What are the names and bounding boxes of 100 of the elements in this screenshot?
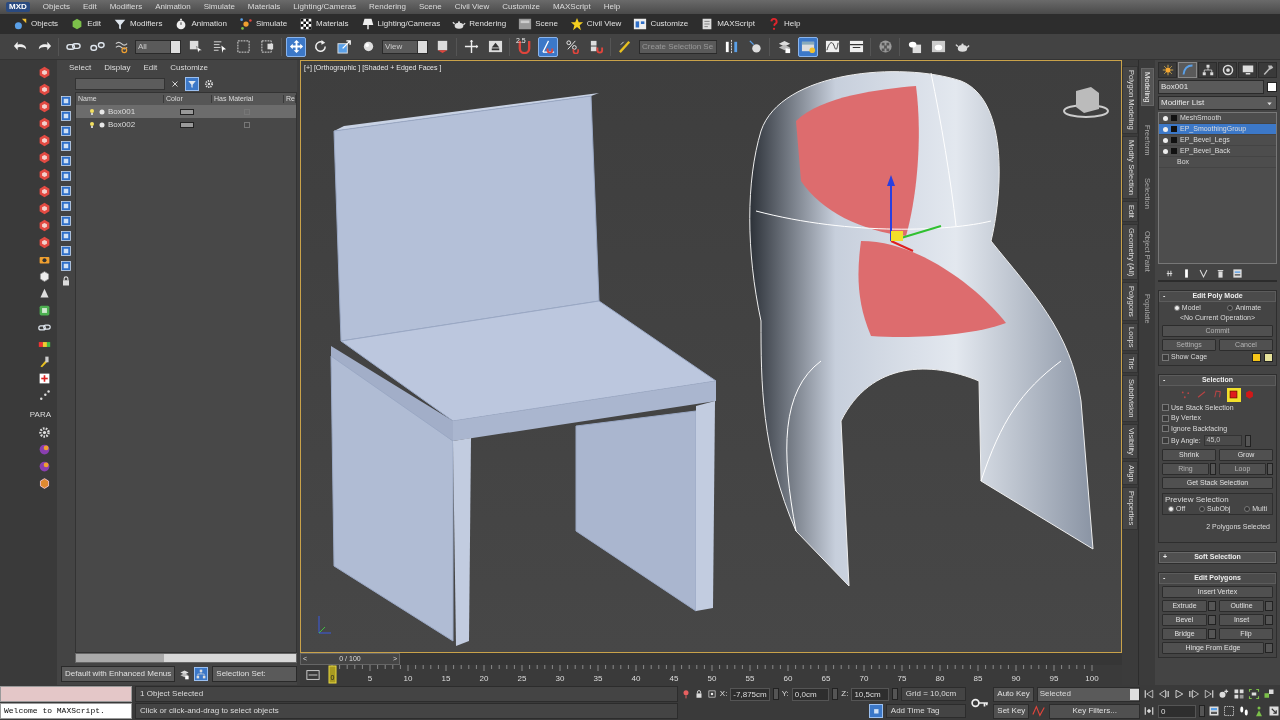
workspace-dropdown[interactable]: Default with Enhanced Menus bbox=[61, 666, 176, 682]
maxscript-input[interactable] bbox=[0, 686, 133, 702]
ribbon-tab[interactable]: Animation bbox=[174, 17, 227, 31]
menu-item[interactable]: Animation bbox=[155, 2, 191, 12]
hexagon-icon[interactable] bbox=[38, 117, 51, 130]
menu-item[interactable]: Objects bbox=[42, 2, 70, 12]
lightbulb-icon[interactable] bbox=[88, 107, 96, 116]
key-mode-icon[interactable] bbox=[1143, 705, 1155, 717]
lightbulb-icon[interactable] bbox=[88, 120, 96, 129]
hexagon-icon[interactable] bbox=[38, 236, 51, 249]
step-forward-icon[interactable] bbox=[1188, 688, 1200, 700]
explorer-window-button[interactable] bbox=[798, 36, 818, 57]
panel-tab[interactable] bbox=[1258, 62, 1277, 78]
lock-icon[interactable] bbox=[60, 275, 72, 287]
time-tag-button[interactable] bbox=[868, 704, 883, 718]
hexagon-icon[interactable] bbox=[38, 66, 51, 79]
hexagon-icon[interactable] bbox=[38, 185, 51, 198]
tile-icon[interactable] bbox=[60, 215, 72, 227]
tile-icon[interactable] bbox=[60, 110, 72, 122]
menu-item[interactable]: Scene bbox=[418, 2, 442, 12]
walk-figure-icon[interactable] bbox=[1253, 705, 1265, 717]
tile-icon[interactable] bbox=[60, 245, 72, 257]
track-icon-icon[interactable] bbox=[306, 668, 320, 682]
set-key-button[interactable]: Set Key bbox=[993, 703, 1030, 719]
menu-item[interactable]: Materials bbox=[247, 2, 281, 12]
tile-icon[interactable] bbox=[60, 230, 72, 242]
cone-icon[interactable] bbox=[38, 287, 51, 300]
menu-item[interactable]: MAXScript bbox=[552, 2, 591, 12]
maxscript-output[interactable]: Welcome to MAXScript. bbox=[0, 703, 133, 719]
settings-button[interactable] bbox=[202, 77, 216, 91]
ribbon-tab[interactable]: Scene bbox=[518, 17, 558, 31]
angle-magnet-button[interactable] bbox=[538, 36, 558, 57]
footprints-icon[interactable] bbox=[1238, 705, 1250, 717]
app-button[interactable]: MXD bbox=[6, 2, 30, 12]
play-icon[interactable] bbox=[1173, 688, 1185, 700]
menu-item[interactable]: Lighting/Cameras bbox=[293, 2, 356, 12]
menu-item[interactable]: Modifiers bbox=[109, 2, 143, 12]
coordinate-field[interactable]: 10,5cm bbox=[851, 687, 889, 701]
viewcube-icon[interactable] bbox=[1063, 87, 1109, 118]
crate-icon[interactable] bbox=[38, 476, 51, 490]
scrollbar[interactable] bbox=[75, 653, 297, 663]
hexagon-icon[interactable] bbox=[38, 134, 51, 147]
fork-icon[interactable] bbox=[1198, 267, 1209, 279]
tile-icon[interactable] bbox=[60, 200, 72, 212]
hexagon-icon[interactable] bbox=[38, 219, 51, 232]
menu-item[interactable]: Rendering bbox=[369, 2, 406, 12]
hexagon-icon[interactable] bbox=[38, 100, 51, 113]
ribbon-tab[interactable]: Lighting/Cameras bbox=[360, 17, 441, 31]
frame-view-icon[interactable] bbox=[1248, 688, 1260, 700]
checkbox[interactable] bbox=[244, 121, 250, 128]
step-back-icon[interactable] bbox=[1158, 688, 1170, 700]
ribbon-tab[interactable]: Rendering bbox=[452, 17, 507, 31]
menu-item[interactable]: Help bbox=[603, 2, 621, 12]
grid-view-icon[interactable] bbox=[1233, 688, 1245, 700]
hexagon-icon[interactable] bbox=[38, 202, 51, 215]
object-name-field[interactable]: Box001 bbox=[1158, 80, 1264, 94]
curveline-icon[interactable] bbox=[1032, 704, 1047, 718]
chain-icon[interactable] bbox=[38, 321, 51, 334]
brush-icon[interactable] bbox=[38, 355, 51, 368]
settings-icon[interactable] bbox=[38, 425, 51, 439]
go-to-start-icon[interactable] bbox=[1143, 688, 1155, 700]
panel-tab[interactable] bbox=[1218, 62, 1237, 78]
ribbon-tab[interactable]: Edit bbox=[70, 17, 101, 31]
cubes-icon[interactable] bbox=[1263, 688, 1275, 700]
color-swatch[interactable] bbox=[180, 121, 194, 128]
auto-key-button[interactable]: Auto Key bbox=[993, 686, 1034, 702]
coordinate-field[interactable]: -7,875cm bbox=[730, 687, 770, 701]
sparkle-icon[interactable] bbox=[38, 389, 51, 402]
menu-item[interactable]: Civil View bbox=[454, 2, 490, 12]
chair-drawing[interactable] bbox=[330, 93, 717, 646]
frame-field[interactable]: 0 bbox=[1158, 704, 1196, 718]
dropdown[interactable]: View bbox=[382, 39, 428, 54]
transform-gizmo-drawing[interactable] bbox=[887, 175, 942, 252]
orb-icon[interactable] bbox=[38, 442, 51, 456]
color-swatch[interactable] bbox=[1264, 352, 1273, 362]
menu-item[interactable]: Display bbox=[104, 63, 131, 73]
search-field[interactable] bbox=[75, 78, 165, 90]
ribbon-tab[interactable]: Objects bbox=[14, 17, 59, 31]
cube-icon[interactable] bbox=[38, 270, 51, 283]
selection-set-dropdown[interactable]: Selection Set: bbox=[212, 666, 297, 682]
menu-item[interactable]: Select bbox=[69, 63, 92, 73]
tile-icon[interactable] bbox=[60, 170, 72, 182]
menu-item[interactable]: Customize bbox=[170, 63, 209, 73]
hierarchy-button[interactable] bbox=[194, 667, 209, 681]
configure-icon[interactable] bbox=[1232, 267, 1243, 279]
menu-item[interactable]: Simulate bbox=[203, 2, 235, 12]
tree-row[interactable]: Box001 bbox=[76, 105, 296, 118]
menu-item[interactable]: Customize bbox=[502, 2, 540, 12]
ribbon-tab[interactable]: Materials bbox=[299, 17, 349, 31]
move-button[interactable] bbox=[286, 36, 306, 57]
add-time-tag[interactable]: Add Time Tag bbox=[885, 704, 966, 718]
panel-tab[interactable] bbox=[1158, 62, 1177, 78]
hexagon-icon[interactable] bbox=[38, 168, 51, 181]
color-swatch[interactable] bbox=[1252, 352, 1261, 362]
orb-icon[interactable] bbox=[38, 459, 51, 473]
ribbon-tab[interactable]: Help bbox=[766, 17, 801, 31]
menu-item[interactable]: Edit bbox=[143, 63, 158, 73]
polygon-mode-button[interactable] bbox=[1226, 387, 1241, 402]
tile-icon[interactable] bbox=[60, 260, 72, 272]
tile-icon[interactable] bbox=[60, 140, 72, 152]
